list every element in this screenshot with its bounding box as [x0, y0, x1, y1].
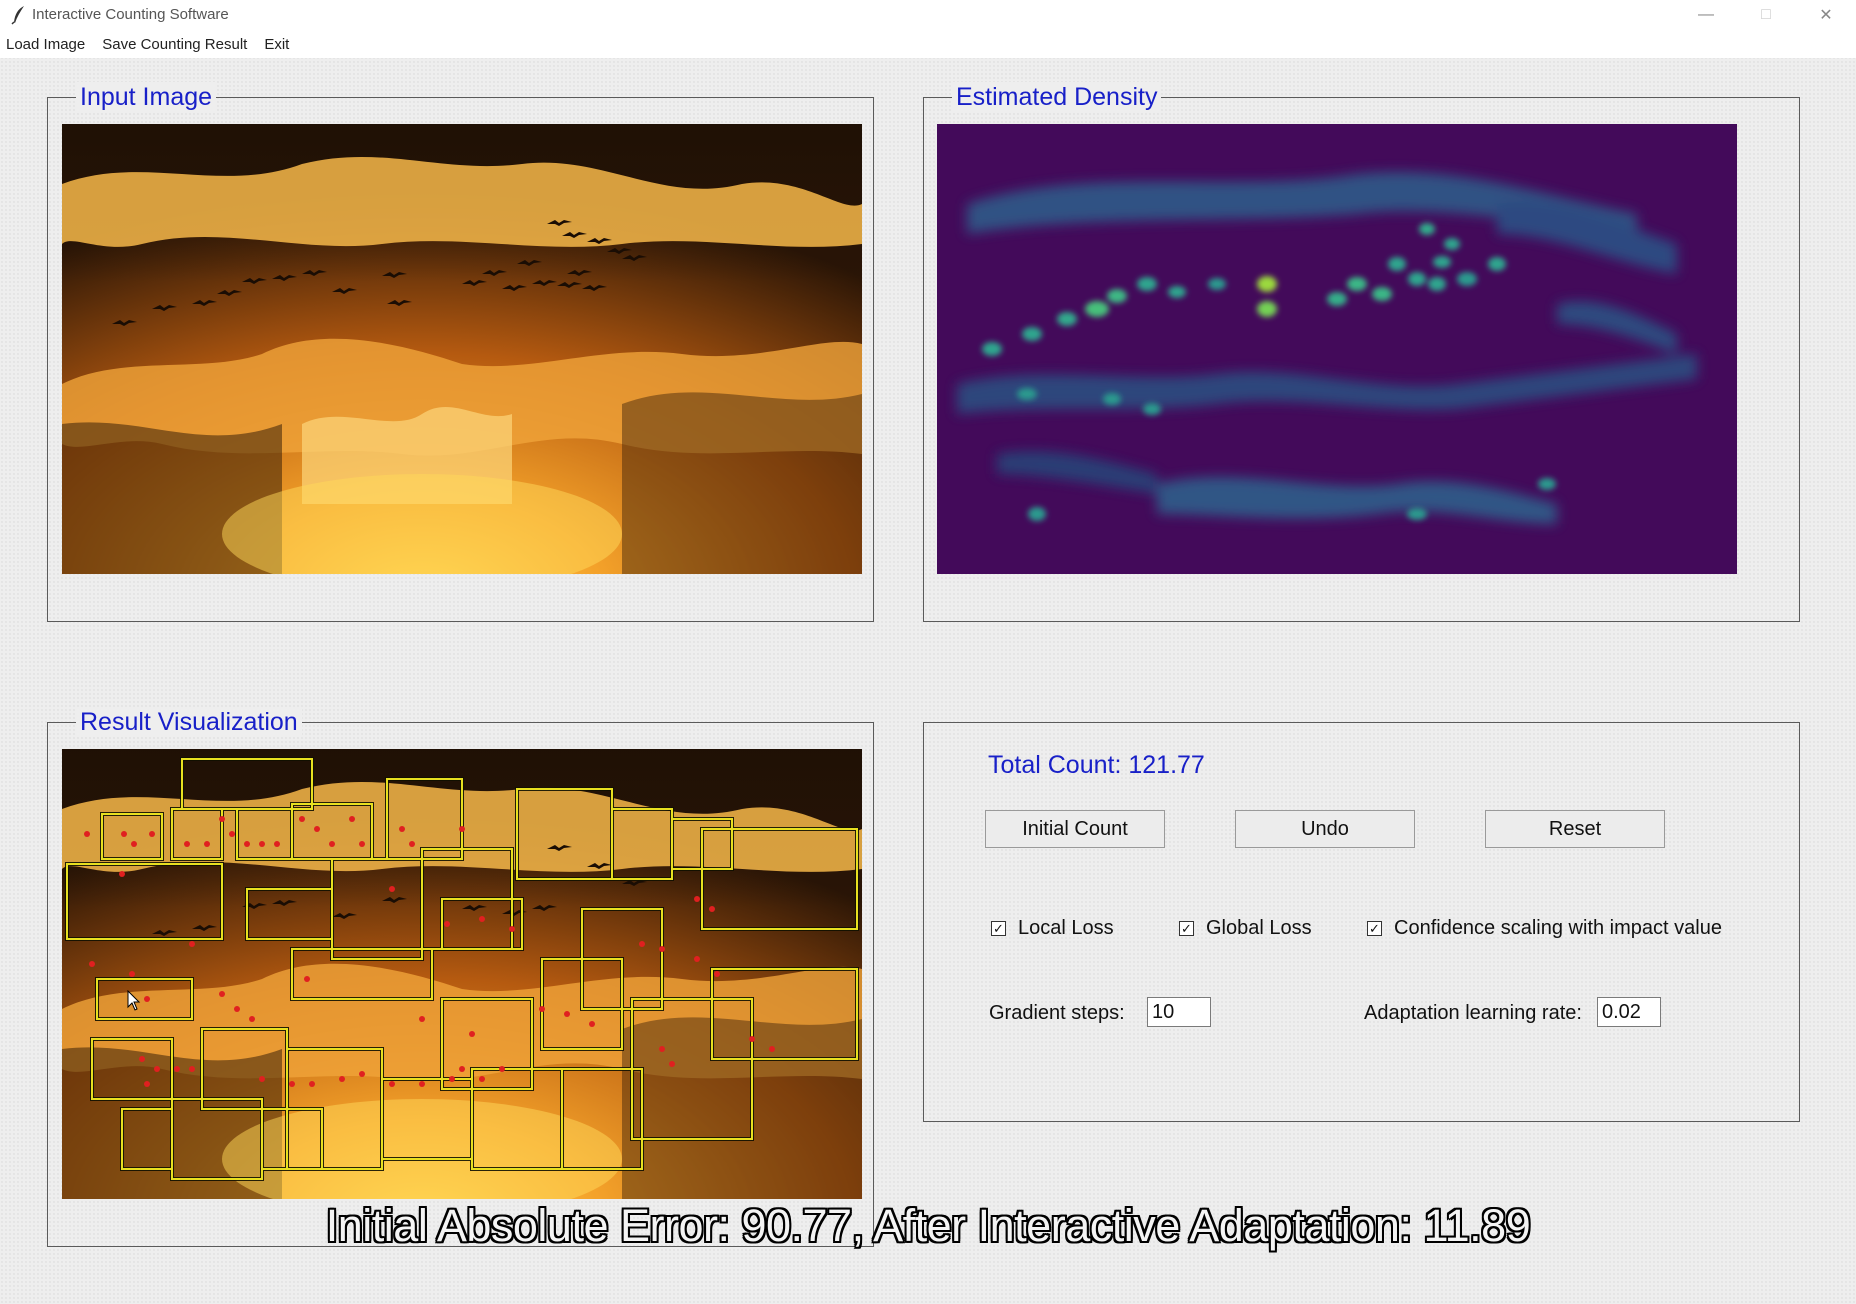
- close-icon[interactable]: ✕: [1796, 0, 1856, 30]
- initial-count-button[interactable]: Initial Count: [985, 810, 1165, 848]
- menu-bar: Load Image Save Counting Result Exit: [0, 30, 1856, 58]
- feather-icon: [11, 6, 24, 25]
- menu-exit[interactable]: Exit: [264, 36, 289, 53]
- mouse-cursor-icon: [127, 990, 141, 1011]
- checkbox-check-icon: ✓: [991, 921, 1006, 936]
- local-loss-label: Local Loss: [1018, 917, 1114, 939]
- menu-load-image[interactable]: Load Image: [6, 36, 85, 53]
- maximize-icon[interactable]: □: [1736, 0, 1796, 30]
- input-image: [62, 124, 862, 574]
- minimize-icon[interactable]: —: [1676, 0, 1736, 30]
- total-count-label: Total Count: 121.77: [988, 751, 1205, 779]
- learning-rate-input[interactable]: [1597, 997, 1661, 1027]
- result-visualization-title: Result Visualization: [76, 707, 302, 737]
- menu-save-counting-result[interactable]: Save Counting Result: [102, 36, 247, 53]
- local-loss-checkbox[interactable]: ✓ Local Loss: [991, 917, 1114, 940]
- error-caption: Initial Absolute Error: 90.77, After Int…: [325, 1200, 1531, 1251]
- reset-button[interactable]: Reset: [1485, 810, 1665, 848]
- result-image: [62, 749, 862, 1199]
- gradient-steps-input[interactable]: [1147, 997, 1211, 1027]
- estimated-density-title: Estimated Density: [952, 82, 1162, 112]
- checkbox-check-icon: ✓: [1179, 921, 1194, 936]
- confidence-scaling-checkbox[interactable]: ✓ Confidence scaling with impact value: [1367, 917, 1722, 940]
- window-controls: — □ ✕: [1676, 0, 1856, 30]
- window-title: Interactive Counting Software: [32, 6, 229, 23]
- global-loss-label: Global Loss: [1206, 917, 1312, 939]
- confidence-scaling-label: Confidence scaling with impact value: [1394, 917, 1722, 939]
- undo-button[interactable]: Undo: [1235, 810, 1415, 848]
- global-loss-checkbox[interactable]: ✓ Global Loss: [1179, 917, 1312, 940]
- gradient-steps-label: Gradient steps:: [989, 1002, 1125, 1024]
- title-bar: Interactive Counting Software — □ ✕: [0, 0, 1856, 30]
- input-image-title: Input Image: [76, 82, 217, 112]
- checkbox-check-icon: ✓: [1367, 921, 1382, 936]
- density-map: [937, 124, 1737, 574]
- learning-rate-label: Adaptation learning rate:: [1364, 1002, 1582, 1024]
